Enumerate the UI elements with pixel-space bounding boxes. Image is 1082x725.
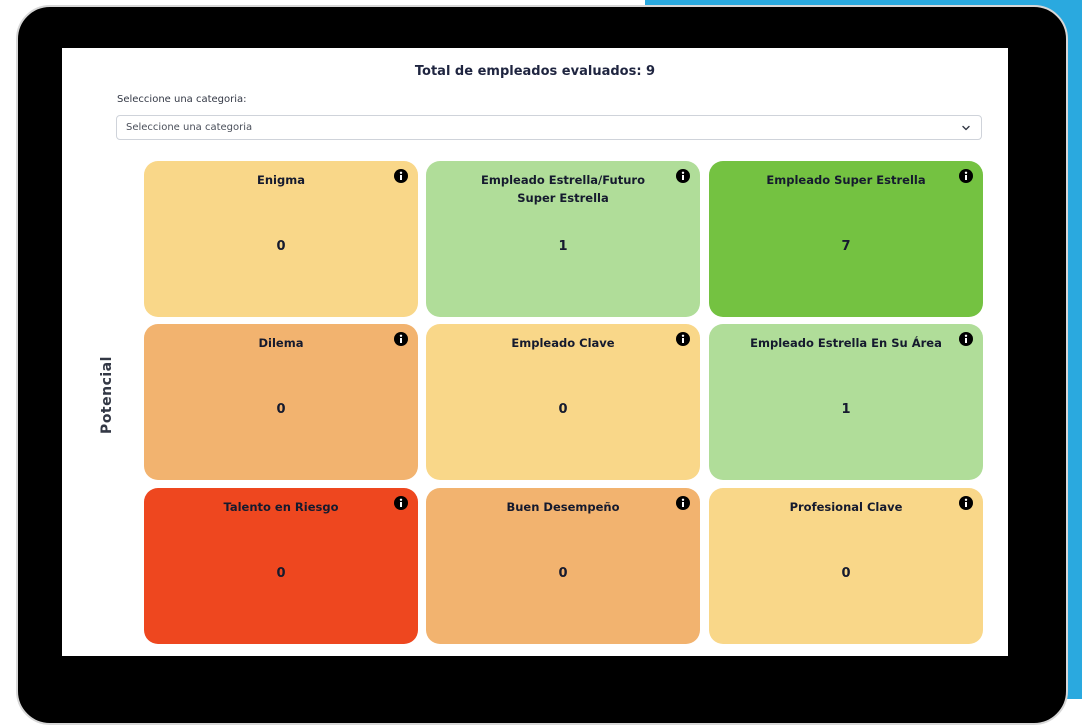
grid-cell-dilema: Dilema 0 xyxy=(144,324,418,480)
grid-cell-empleado-clave: Empleado Clave 0 xyxy=(426,324,700,480)
cell-count: 1 xyxy=(841,402,851,417)
cell-title: Empleado Clave xyxy=(511,336,615,350)
info-icon[interactable] xyxy=(394,332,408,346)
cell-count: 1 xyxy=(558,239,568,254)
cell-title: Empleado Super Estrella xyxy=(766,173,926,187)
grid-cell-empleado-super-estrella: Empleado Super Estrella 7 xyxy=(709,161,983,317)
grid-cell-talento-en-riesgo: Talento en Riesgo 0 xyxy=(144,488,418,644)
cell-count: 0 xyxy=(841,566,851,581)
cell-count: 0 xyxy=(276,239,286,254)
cell-count: 0 xyxy=(276,566,286,581)
grid-cell-enigma: Enigma 0 xyxy=(144,161,418,317)
cell-title: Talento en Riesgo xyxy=(223,500,339,514)
grid-cell-buen-desempeno: Buen Desempeño 0 xyxy=(426,488,700,644)
cell-title: Empleado Estrella En Su Área xyxy=(750,336,942,350)
info-icon[interactable] xyxy=(959,496,973,510)
info-icon[interactable] xyxy=(959,169,973,183)
cell-title: Enigma xyxy=(257,173,305,187)
cell-count: 0 xyxy=(558,402,568,417)
potential-axis-label: Potencial xyxy=(99,356,115,434)
app-screen: Total de empleados evaluados: 9 Seleccio… xyxy=(62,48,1008,656)
info-icon[interactable] xyxy=(394,169,408,183)
info-icon[interactable] xyxy=(959,332,973,346)
grid-cell-profesional-clave: Profesional Clave 0 xyxy=(709,488,983,644)
grid-cell-empleado-estrella-area: Empleado Estrella En Su Área 1 xyxy=(709,324,983,480)
cell-count: 0 xyxy=(276,402,286,417)
cell-count: 7 xyxy=(841,239,851,254)
cell-title: Empleado Estrella/Futuro Super Estrella xyxy=(481,173,645,205)
category-select[interactable]: Seleccione una categoria xyxy=(116,115,982,140)
total-evaluated-title: Total de empleados evaluados: 9 xyxy=(414,64,656,79)
cell-title: Dilema xyxy=(258,336,304,350)
info-icon[interactable] xyxy=(676,496,690,510)
chevron-down-icon xyxy=(962,125,970,131)
cell-title: Profesional Clave xyxy=(789,500,903,514)
cell-title: Buen Desempeño xyxy=(506,500,620,514)
info-icon[interactable] xyxy=(676,169,690,183)
info-icon[interactable] xyxy=(676,332,690,346)
grid-cell-empleado-estrella-futuro: Empleado Estrella/Futuro Super Estrella … xyxy=(426,161,700,317)
cell-count: 0 xyxy=(558,566,568,581)
category-select-value: Seleccione una categoria xyxy=(126,122,253,133)
category-select-label: Seleccione una categoria: xyxy=(117,94,247,105)
info-icon[interactable] xyxy=(394,496,408,510)
